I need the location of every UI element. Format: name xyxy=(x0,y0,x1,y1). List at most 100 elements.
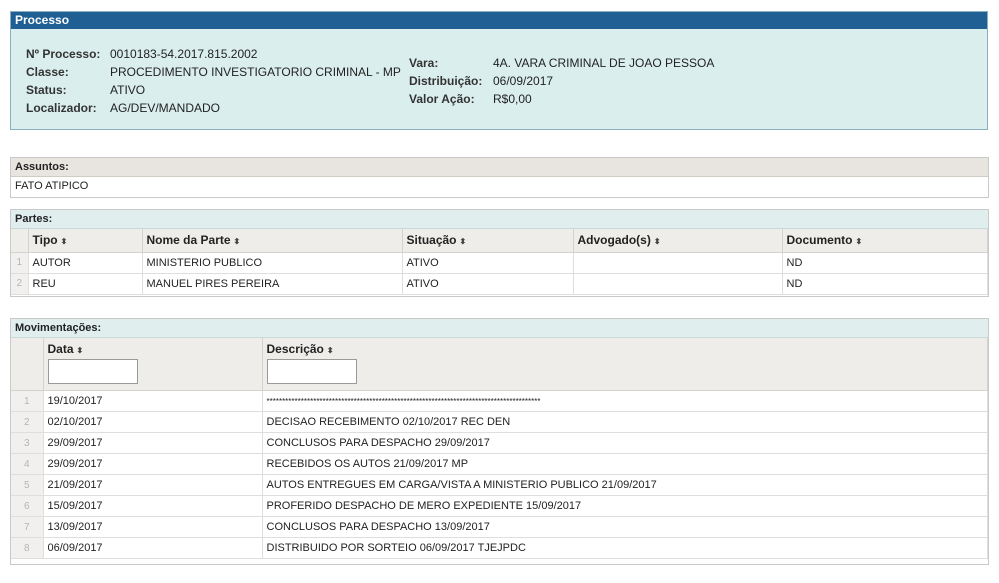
field-value: R$0,00 xyxy=(493,92,532,106)
field-label: Nº Processo: xyxy=(26,47,101,61)
row-number: 2 xyxy=(11,411,44,433)
table-row[interactable]: 1 19/10/2017 ***************************… xyxy=(11,390,988,412)
processo-panel: Processo Nº Processo: 0010183-54.2017.81… xyxy=(10,11,988,130)
table-row[interactable]: 3 29/09/2017 CONCLUSOS PARA DESPACHO 29/… xyxy=(11,432,988,454)
field-label: Classe: xyxy=(26,65,69,79)
assuntos-value: FATO ATIPICO xyxy=(15,180,89,192)
partes-section: Partes: Tipo ⬍ Nome da Parte ⬍ Situação ⬍ A… xyxy=(10,209,989,297)
sort-arrows-icon[interactable]: ⬍ xyxy=(856,237,863,246)
cell-data: 02/10/2017 xyxy=(43,411,263,433)
field-value: 4A. VARA CRIMINAL DE JOAO PESSOA xyxy=(493,56,715,70)
cell-documento: ND xyxy=(782,273,988,295)
processo-valor-acao: Valor Ação: R$0,00 xyxy=(409,90,532,108)
column-label: Tipo xyxy=(32,233,58,248)
cell-descricao: CONCLUSOS PARA DESPACHO 29/09/2017 xyxy=(262,432,988,454)
cell-situacao: ATIVO xyxy=(402,273,574,295)
sort-arrows-icon[interactable]: ⬍ xyxy=(234,237,241,246)
processo-localizador: Localizador: AG/DEV/MANDADO xyxy=(26,99,220,117)
partes-header: Partes: xyxy=(11,210,988,229)
assuntos-header: Assuntos: xyxy=(11,158,988,177)
column-label: Nome da Parte xyxy=(146,233,231,248)
table-row[interactable]: 5 21/09/2017 AUTOS ENTREGUES EM CARGA/VI… xyxy=(11,474,988,496)
column-label: Data xyxy=(47,342,74,356)
field-label: Status: xyxy=(26,83,67,97)
sort-arrows-icon[interactable]: ⬍ xyxy=(654,237,661,246)
column-label: Descrição xyxy=(266,342,324,356)
cell-documento: ND xyxy=(782,252,988,274)
assuntos-section: Assuntos: FATO ATIPICO xyxy=(10,157,989,198)
table-row[interactable]: 6 15/09/2017 PROFERIDO DESPACHO DE MERO … xyxy=(11,495,988,517)
cell-data: 15/09/2017 xyxy=(43,495,263,517)
cell-descricao: CONCLUSOS PARA DESPACHO 13/09/2017 xyxy=(262,516,988,538)
row-number: 7 xyxy=(11,516,44,538)
row-number: 4 xyxy=(11,453,44,475)
cell-descricao: PROFERIDO DESPACHO DE MERO EXPEDIENTE 15… xyxy=(262,495,988,517)
sort-arrows-icon[interactable]: ⬍ xyxy=(327,346,334,355)
column-header-advogados[interactable]: Advogado(s) ⬍ xyxy=(573,229,783,253)
cell-descricao: DECISAO RECEBIMENTO 02/10/2017 REC DEN xyxy=(262,411,988,433)
table-row[interactable]: 7 13/09/2017 CONCLUSOS PARA DESPACHO 13/… xyxy=(11,516,988,538)
table-row[interactable]: 8 06/09/2017 DISTRIBUIDO POR SORTEIO 06/… xyxy=(11,537,988,559)
processo-header: Processo xyxy=(11,12,987,29)
cell-situacao: ATIVO xyxy=(402,252,574,274)
column-header-descricao[interactable]: Descrição ⬍ xyxy=(262,338,988,391)
cell-data: 13/09/2017 xyxy=(43,516,263,538)
sort-arrows-icon[interactable]: ⬍ xyxy=(61,237,68,246)
movimentacoes-table: Data ⬍ Descrição ⬍ 1 19/10/2017 **********… xyxy=(11,338,988,559)
processo-numero: Nº Processo: 0010183-54.2017.815.2002 xyxy=(26,45,257,63)
field-label: Valor Ação: xyxy=(409,92,475,106)
cell-data: 19/10/2017 xyxy=(43,390,263,412)
row-number: 2 xyxy=(11,273,29,295)
sort-arrows-icon[interactable]: ⬍ xyxy=(460,237,467,246)
row-number: 8 xyxy=(11,537,44,559)
cell-descricao: AUTOS ENTREGUES EM CARGA/VISTA A MINISTE… xyxy=(262,474,988,496)
table-row[interactable]: 1 AUTOR MINISTERIO PUBLICO ATIVO ND xyxy=(11,252,988,274)
column-header-tipo[interactable]: Tipo ⬍ xyxy=(28,229,143,253)
column-header-data[interactable]: Data ⬍ xyxy=(43,338,263,391)
cell-data: 21/09/2017 xyxy=(43,474,263,496)
sort-arrows-icon[interactable]: ⬍ xyxy=(77,346,84,355)
field-label: Localizador: xyxy=(26,101,97,115)
partes-table: Tipo ⬍ Nome da Parte ⬍ Situação ⬍ Advogado(… xyxy=(11,229,988,295)
processo-distribuicao: Distribuição: 06/09/2017 xyxy=(409,72,553,90)
column-label: Situação xyxy=(406,233,457,248)
data-filter-input[interactable] xyxy=(47,359,138,384)
column-header-nome[interactable]: Nome da Parte ⬍ xyxy=(142,229,403,253)
processo-status: Status: ATIVO xyxy=(26,81,145,99)
cell-data: 29/09/2017 xyxy=(43,432,263,454)
row-number: 1 xyxy=(11,390,44,412)
movimentacoes-header: Movimentações: xyxy=(11,319,988,338)
column-label: Documento xyxy=(786,233,853,248)
column-header-situacao[interactable]: Situação ⬍ xyxy=(402,229,574,253)
cell-descricao: RECEBIDOS OS AUTOS 21/09/2017 MP xyxy=(262,453,988,475)
row-number: 3 xyxy=(11,432,44,454)
field-label: Distribuição: xyxy=(409,74,483,88)
cell-nome: MANUEL PIRES PEREIRA xyxy=(142,273,403,295)
row-number-header xyxy=(11,338,44,391)
cell-advogado xyxy=(573,252,783,274)
cell-tipo: AUTOR xyxy=(28,252,143,274)
field-value: PROCEDIMENTO INVESTIGATORIO CRIMINAL - M… xyxy=(110,65,401,79)
field-value: 0010183-54.2017.815.2002 xyxy=(110,47,258,61)
cell-tipo: REU xyxy=(28,273,143,295)
row-number: 1 xyxy=(11,252,29,274)
table-row[interactable]: 4 29/09/2017 RECEBIDOS OS AUTOS 21/09/20… xyxy=(11,453,988,475)
field-value: 06/09/2017 xyxy=(493,74,554,88)
column-header-documento[interactable]: Documento ⬍ xyxy=(782,229,988,253)
cell-data: 06/09/2017 xyxy=(43,537,263,559)
row-number: 6 xyxy=(11,495,44,517)
descricao-filter-input[interactable] xyxy=(266,359,357,384)
field-value: ATIVO xyxy=(110,83,146,97)
processo-classe: Classe: PROCEDIMENTO INVESTIGATORIO CRIM… xyxy=(26,63,401,81)
cell-nome: MINISTERIO PUBLICO xyxy=(142,252,403,274)
cell-descricao: ****************************************… xyxy=(262,390,988,412)
row-number-header xyxy=(11,229,29,253)
cell-descricao: DISTRIBUIDO POR SORTEIO 06/09/2017 TJEJP… xyxy=(262,537,988,559)
cell-data: 29/09/2017 xyxy=(43,453,263,475)
field-value: AG/DEV/MANDADO xyxy=(110,101,221,115)
table-row[interactable]: 2 02/10/2017 DECISAO RECEBIMENTO 02/10/2… xyxy=(11,411,988,433)
row-number: 5 xyxy=(11,474,44,496)
cell-advogado xyxy=(573,273,783,295)
table-row[interactable]: 2 REU MANUEL PIRES PEREIRA ATIVO ND xyxy=(11,273,988,295)
movimentacoes-section: Movimentações: Data ⬍ Descrição ⬍ 1 19/10/… xyxy=(10,318,989,565)
